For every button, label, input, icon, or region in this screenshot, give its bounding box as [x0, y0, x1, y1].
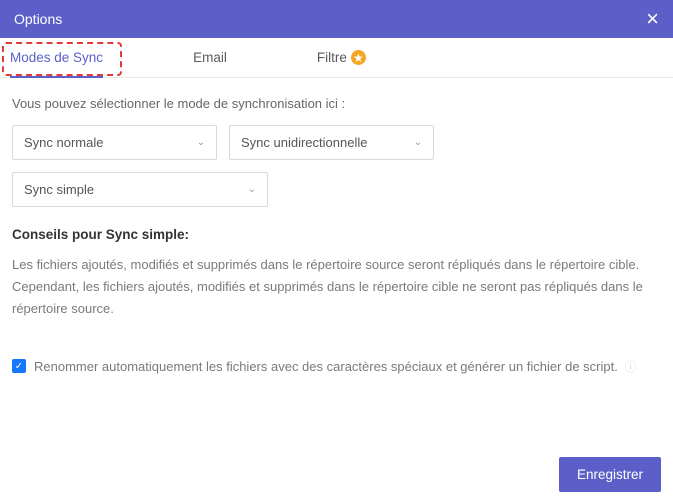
- footer: Enregistrer: [559, 457, 661, 492]
- window-title: Options: [14, 11, 62, 27]
- rename-checkbox[interactable]: ✓: [12, 359, 26, 373]
- title-bar: Options ×: [0, 0, 673, 38]
- tips-heading: Conseils pour Sync simple:: [12, 227, 661, 242]
- intro-text: Vous pouvez sélectionner le mode de sync…: [12, 96, 661, 111]
- checkbox-label-text: Renommer automatiquement les fichiers av…: [34, 359, 618, 374]
- tab-bar: Modes de Sync Email Filtre ★: [0, 38, 673, 78]
- star-icon: ★: [351, 50, 366, 65]
- selects-row-2: Sync simple ⌄: [12, 172, 661, 207]
- selects-row-1: Sync normale ⌄ Sync unidirectionnelle ⌄: [12, 125, 661, 160]
- select-sync-uni[interactable]: Sync unidirectionnelle ⌄: [229, 125, 434, 160]
- tips-body: Les fichiers ajoutés, modifiés et suppri…: [12, 254, 661, 320]
- select-value: Sync simple: [24, 182, 94, 197]
- register-button[interactable]: Enregistrer: [559, 457, 661, 492]
- select-sync-simple[interactable]: Sync simple ⌄: [12, 172, 268, 207]
- close-icon[interactable]: ×: [646, 8, 659, 30]
- chevron-down-icon: ⌄: [414, 137, 422, 148]
- help-icon[interactable]: ⓘ: [624, 360, 636, 374]
- tab-sync-modes[interactable]: Modes de Sync: [10, 38, 103, 77]
- select-sync-normal[interactable]: Sync normale ⌄: [12, 125, 217, 160]
- tab-label: Email: [193, 50, 227, 65]
- checkbox-row: ✓ Renommer automatiquement les fichiers …: [12, 356, 661, 378]
- chevron-down-icon: ⌄: [197, 137, 205, 148]
- chevron-down-icon: ⌄: [248, 184, 256, 195]
- select-value: Sync unidirectionnelle: [241, 135, 367, 150]
- select-value: Sync normale: [24, 135, 103, 150]
- tab-email[interactable]: Email: [193, 38, 227, 77]
- main-content: Vous pouvez sélectionner le mode de sync…: [0, 78, 673, 396]
- tab-label: Modes de Sync: [10, 50, 103, 65]
- tab-label: Filtre: [317, 50, 347, 65]
- tab-filter[interactable]: Filtre ★: [317, 38, 366, 77]
- checkbox-label: Renommer automatiquement les fichiers av…: [34, 356, 636, 378]
